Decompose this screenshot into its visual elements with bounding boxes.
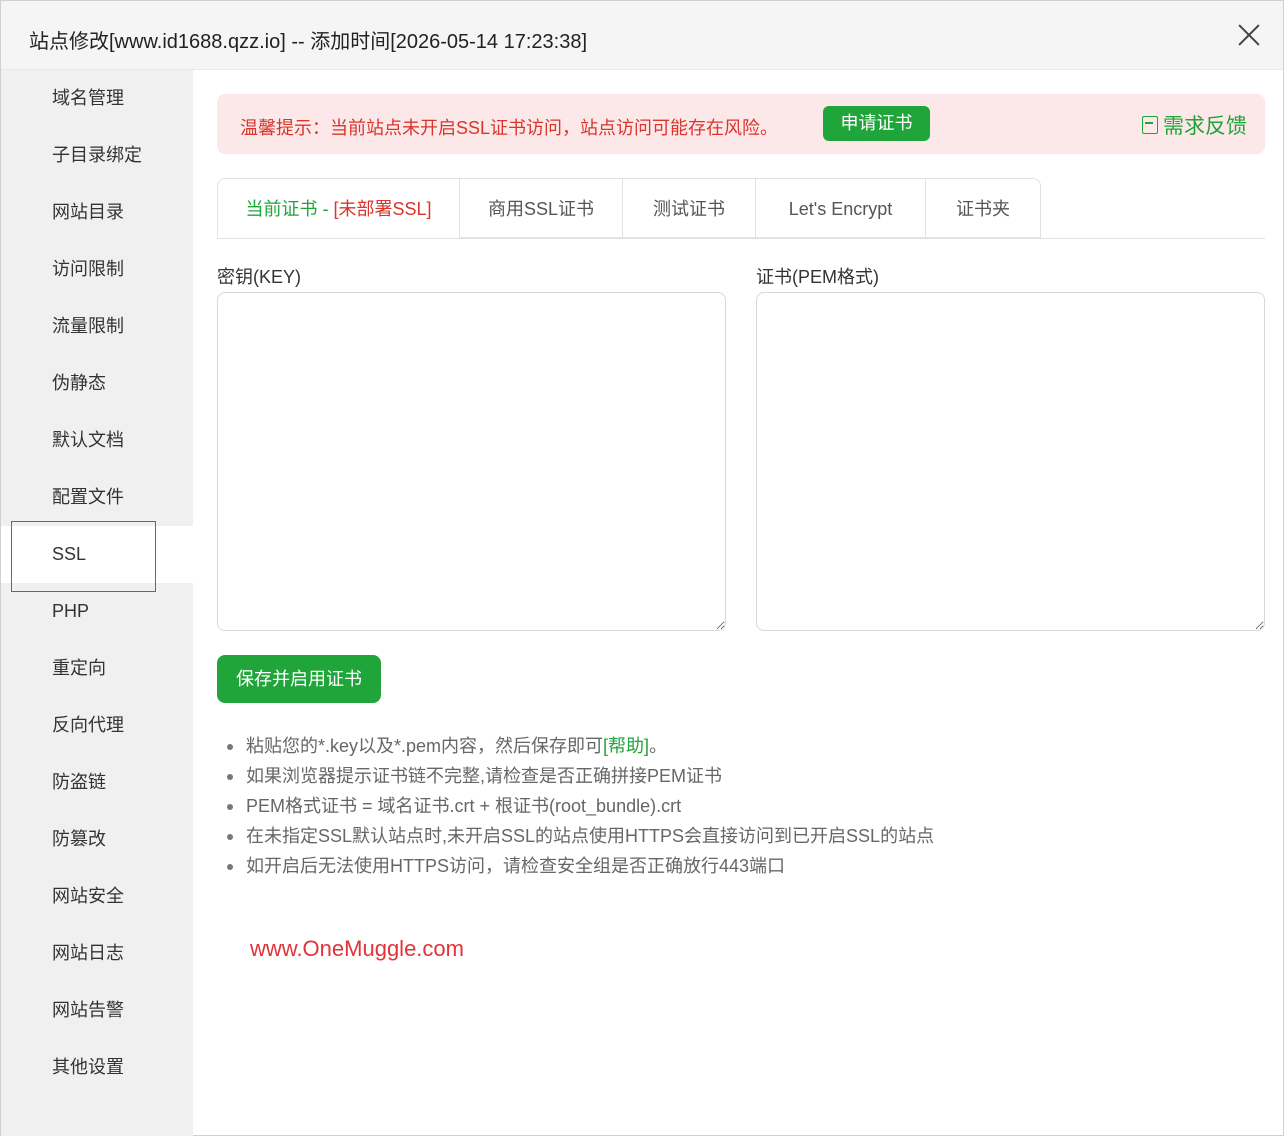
ssl-warning-alert: 温馨提示：当前站点未开启SSL证书访问，站点访问可能存在风险。 申请证书 需求反… [217,94,1265,154]
sidebar-item-access-limit[interactable]: 访问限制 [1,241,193,298]
dialog-titlebar: 站点修改[www.id1688.qzz.io] -- 添加时间[2026-05-… [1,1,1283,70]
help-link[interactable]: [帮助] [603,736,649,756]
sidebar-item-default-doc[interactable]: 默认文档 [1,412,193,469]
sidebar-item-site-security[interactable]: 网站安全 [1,868,193,925]
ssl-tabs: 当前证书 - [未部署SSL] 商用SSL证书 测试证书 Let's Encry… [217,178,1265,239]
tip1-text: 粘贴您的*.key以及*.pem内容，然后保存即可 [246,736,604,756]
sidebar-item-redirect[interactable]: 重定向 [1,640,193,697]
watermark-text: www.OneMuggle.com [250,936,464,961]
tip-item: 粘贴您的*.key以及*.pem内容，然后保存即可[帮助]。 [227,734,934,764]
sidebar: 域名管理 子目录绑定 网站目录 访问限制 流量限制 伪静态 默认文档 配置文件 … [1,70,193,1136]
sidebar-item-tamper-proof[interactable]: 防篡改 [1,811,193,868]
tab-current-certificate[interactable]: 当前证书 - [未部署SSL] [217,178,460,238]
alert-text: 温馨提示：当前站点未开启SSL证书访问，站点访问可能存在风险。 [240,118,779,138]
apply-certificate-button[interactable]: 申请证书 [823,106,930,141]
key-textarea[interactable] [217,292,726,631]
sidebar-item-traffic-limit[interactable]: 流量限制 [1,298,193,355]
tip-item: 如开启后无法使用HTTPS访问，请检查安全组是否正确放行443端口 [227,854,934,884]
sidebar-item-ssl[interactable]: SSL [1,526,193,583]
close-icon[interactable] [1237,23,1261,47]
tab-current-prefix: 当前证书 - [245,199,334,219]
tab-lets-encrypt[interactable]: Let's Encrypt [756,178,926,238]
feedback-label: 需求反馈 [1163,115,1247,138]
tips-list: 粘贴您的*.key以及*.pem内容，然后保存即可[帮助]。 如果浏览器提示证书… [227,734,934,884]
sidebar-item-reverse-proxy[interactable]: 反向代理 [1,697,193,754]
feedback-icon [1142,116,1158,134]
tip-item: PEM格式证书 = 域名证书.crt + 根证书(root_bundle).cr… [227,794,934,824]
sidebar-item-hotlink[interactable]: 防盗链 [1,754,193,811]
sidebar-item-config-file[interactable]: 配置文件 [1,469,193,526]
sidebar-item-site-directory[interactable]: 网站目录 [1,184,193,241]
sidebar-item-site-log[interactable]: 网站日志 [1,925,193,982]
cert-label: 证书(PEM格式) [756,267,879,287]
site-settings-dialog: 站点修改[www.id1688.qzz.io] -- 添加时间[2026-05-… [0,0,1284,1136]
sidebar-item-site-alert[interactable]: 网站告警 [1,982,193,1039]
tip1-end: 。 [649,736,668,756]
tab-test-certificate[interactable]: 测试证书 [623,178,756,238]
cert-textarea[interactable] [756,292,1265,631]
save-enable-certificate-button[interactable]: 保存并启用证书 [217,655,381,703]
dialog-title: 站点修改[www.id1688.qzz.io] -- 添加时间[2026-05-… [29,31,588,53]
sidebar-item-php[interactable]: PHP [1,583,193,640]
tip-item: 在未指定SSL默认站点时,未开启SSL的站点使用HTTPS会直接访问到已开启SS… [227,824,934,854]
key-label: 密钥(KEY) [217,267,302,287]
feedback-link[interactable]: 需求反馈 [1142,110,1247,140]
sidebar-item-rewrite[interactable]: 伪静态 [1,355,193,412]
tip-item: 如果浏览器提示证书链不完整,请检查是否正确拼接PEM证书 [227,764,934,794]
tab-current-status: [未部署SSL] [333,199,432,219]
sidebar-item-domain[interactable]: 域名管理 [1,70,193,127]
tab-commercial-ssl[interactable]: 商用SSL证书 [460,178,623,238]
sidebar-item-subdirectory[interactable]: 子目录绑定 [1,127,193,184]
tab-certificate-folder[interactable]: 证书夹 [926,178,1041,238]
sidebar-item-other-settings[interactable]: 其他设置 [1,1039,193,1096]
